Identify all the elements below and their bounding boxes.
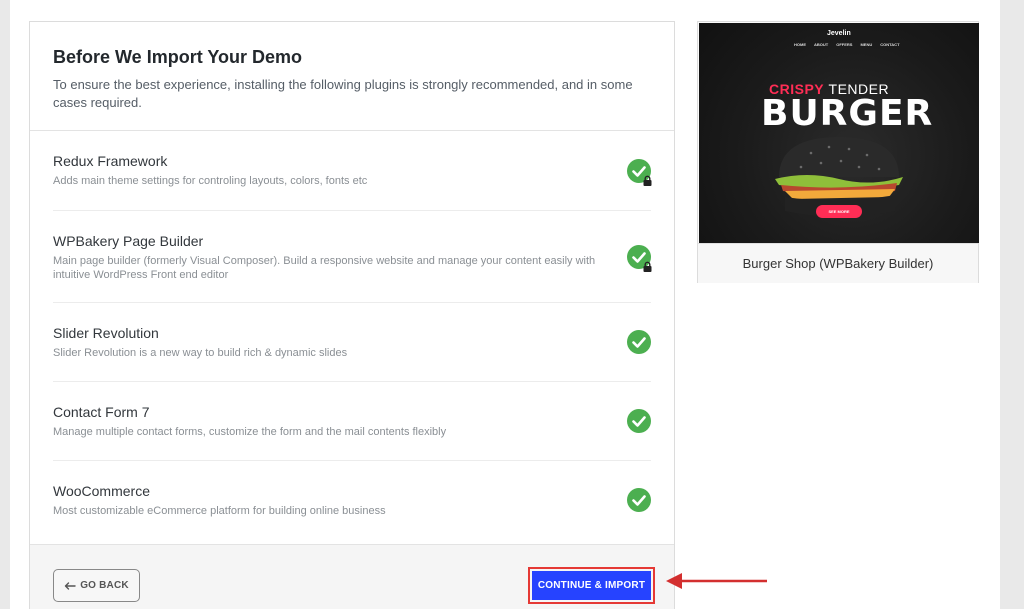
plugin-name: WPBakery Page Builder	[53, 233, 204, 249]
import-button-highlight: CONTINUE & IMPORT	[528, 567, 655, 604]
lock-icon	[643, 261, 652, 272]
plugin-name: WooCommerce	[53, 483, 150, 499]
plugin-description: Adds main theme settings for controling …	[53, 175, 368, 187]
mock-nav-item: OFFERS	[836, 42, 853, 47]
panel-title: Before We Import Your Demo	[53, 47, 303, 67]
panel-header: Before We Import Your Demo To ensure the…	[30, 22, 674, 131]
mock-nav: HOME ABOUT OFFERS MENU CONTACT	[794, 42, 900, 47]
plugin-description: Slider Revolution is a new way to build …	[53, 347, 348, 359]
lock-icon	[643, 175, 652, 186]
panel-description: To ensure the best experience, installin…	[53, 77, 633, 110]
arrow-left-icon	[64, 581, 76, 590]
plugin-description: Manage multiple contact forms, customize…	[53, 426, 447, 438]
plugin-description: Most customizable eCommerce platform for…	[53, 505, 386, 517]
plugin-row-woocommerce: WooCommerce Most customizable eCommerce …	[53, 461, 651, 543]
mock-nav-item: ABOUT	[814, 42, 829, 47]
mock-logo: Jevelin	[827, 30, 851, 37]
plugin-row-redux: Redux Framework Adds main theme settings…	[53, 131, 652, 211]
arrow-left-annotation-icon	[666, 573, 767, 589]
mock-see-more-button: SEE MORE	[816, 205, 862, 218]
demo-preview-caption: Burger Shop (WPBakery Builder)	[698, 243, 978, 283]
check-circle-icon	[627, 330, 651, 354]
plugin-row-wpbakery: WPBakery Page Builder Main page builder …	[53, 211, 652, 303]
plugin-name: Slider Revolution	[53, 325, 159, 341]
mock-headline: BURGER	[761, 93, 934, 134]
panel-footer: GO BACK CONTINUE & IMPORT	[30, 544, 674, 609]
continue-import-button[interactable]: CONTINUE & IMPORT	[532, 571, 651, 600]
go-back-button[interactable]: GO BACK	[53, 569, 140, 602]
demo-preview-card[interactable]: Jevelin HOME ABOUT OFFERS MENU CONTACT C…	[697, 21, 979, 283]
check-circle-icon	[627, 409, 651, 433]
check-circle-icon	[627, 488, 651, 512]
mock-nav-item: CONTACT	[880, 42, 900, 47]
plugin-name: Redux Framework	[53, 153, 168, 169]
plugin-install-panel: Before We Import Your Demo To ensure the…	[29, 21, 675, 609]
plugin-row-slider-revolution: Slider Revolution Slider Revolution is a…	[53, 303, 651, 382]
plugin-description: Main page builder (formerly Visual Compo…	[53, 255, 596, 281]
demo-preview-image: Jevelin HOME ABOUT OFFERS MENU CONTACT C…	[699, 23, 979, 243]
plugin-list: Redux Framework Adds main theme settings…	[30, 131, 674, 543]
plugin-row-contact-form-7: Contact Form 7 Manage multiple contact f…	[53, 382, 651, 461]
plugin-name: Contact Form 7	[53, 404, 150, 420]
mock-nav-item: HOME	[794, 42, 806, 47]
go-back-label: GO BACK	[80, 580, 129, 591]
mock-nav-item: MENU	[860, 42, 873, 47]
